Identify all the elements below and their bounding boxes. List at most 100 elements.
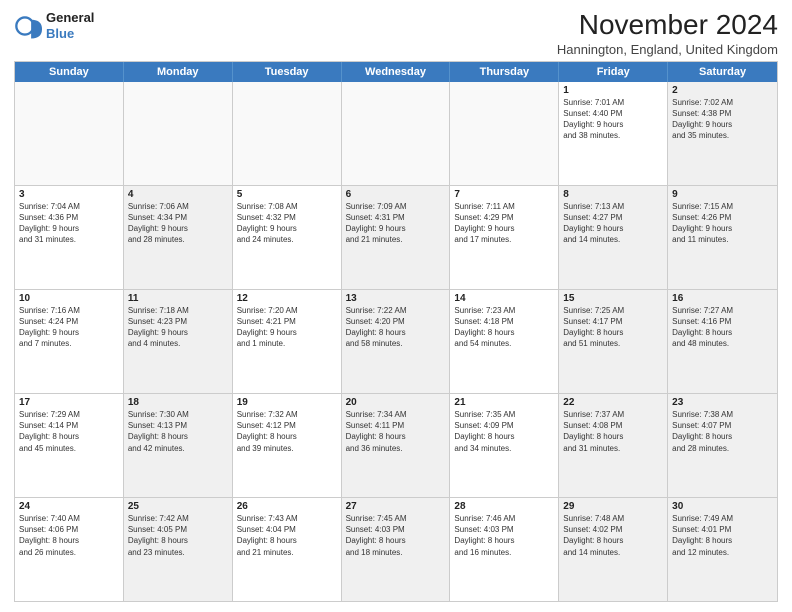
logo-text: General Blue	[46, 10, 94, 41]
calendar-header: SundayMondayTuesdayWednesdayThursdayFrid…	[15, 62, 777, 82]
calendar-row-4: 17Sunrise: 7:29 AM Sunset: 4:14 PM Dayli…	[15, 393, 777, 497]
day-number-6: 6	[346, 189, 446, 200]
day-cell-1: 1Sunrise: 7:01 AM Sunset: 4:40 PM Daylig…	[559, 82, 668, 185]
day-info-13: Sunrise: 7:22 AM Sunset: 4:20 PM Dayligh…	[346, 305, 446, 350]
day-cell-29: 29Sunrise: 7:48 AM Sunset: 4:02 PM Dayli…	[559, 498, 668, 601]
day-info-10: Sunrise: 7:16 AM Sunset: 4:24 PM Dayligh…	[19, 305, 119, 350]
day-number-25: 25	[128, 501, 228, 512]
header-day-tuesday: Tuesday	[233, 62, 342, 82]
day-number-5: 5	[237, 189, 337, 200]
calendar-row-1: 1Sunrise: 7:01 AM Sunset: 4:40 PM Daylig…	[15, 82, 777, 185]
day-info-2: Sunrise: 7:02 AM Sunset: 4:38 PM Dayligh…	[672, 97, 773, 142]
logo: General Blue	[14, 10, 94, 41]
day-cell-14: 14Sunrise: 7:23 AM Sunset: 4:18 PM Dayli…	[450, 290, 559, 393]
day-number-19: 19	[237, 397, 337, 408]
day-number-21: 21	[454, 397, 554, 408]
day-info-20: Sunrise: 7:34 AM Sunset: 4:11 PM Dayligh…	[346, 409, 446, 454]
calendar: SundayMondayTuesdayWednesdayThursdayFrid…	[14, 61, 778, 602]
day-cell-28: 28Sunrise: 7:46 AM Sunset: 4:03 PM Dayli…	[450, 498, 559, 601]
header-day-sunday: Sunday	[15, 62, 124, 82]
location: Hannington, England, United Kingdom	[557, 42, 778, 57]
day-number-24: 24	[19, 501, 119, 512]
day-cell-11: 11Sunrise: 7:18 AM Sunset: 4:23 PM Dayli…	[124, 290, 233, 393]
empty-cell-0-0	[15, 82, 124, 185]
day-number-4: 4	[128, 189, 228, 200]
day-number-9: 9	[672, 189, 773, 200]
month-title: November 2024	[557, 10, 778, 41]
calendar-row-3: 10Sunrise: 7:16 AM Sunset: 4:24 PM Dayli…	[15, 289, 777, 393]
day-number-27: 27	[346, 501, 446, 512]
day-cell-15: 15Sunrise: 7:25 AM Sunset: 4:17 PM Dayli…	[559, 290, 668, 393]
day-number-18: 18	[128, 397, 228, 408]
day-cell-17: 17Sunrise: 7:29 AM Sunset: 4:14 PM Dayli…	[15, 394, 124, 497]
day-info-16: Sunrise: 7:27 AM Sunset: 4:16 PM Dayligh…	[672, 305, 773, 350]
day-info-24: Sunrise: 7:40 AM Sunset: 4:06 PM Dayligh…	[19, 513, 119, 558]
day-info-17: Sunrise: 7:29 AM Sunset: 4:14 PM Dayligh…	[19, 409, 119, 454]
day-info-19: Sunrise: 7:32 AM Sunset: 4:12 PM Dayligh…	[237, 409, 337, 454]
day-cell-10: 10Sunrise: 7:16 AM Sunset: 4:24 PM Dayli…	[15, 290, 124, 393]
day-cell-5: 5Sunrise: 7:08 AM Sunset: 4:32 PM Daylig…	[233, 186, 342, 289]
day-number-17: 17	[19, 397, 119, 408]
day-number-14: 14	[454, 293, 554, 304]
day-number-2: 2	[672, 85, 773, 96]
day-info-26: Sunrise: 7:43 AM Sunset: 4:04 PM Dayligh…	[237, 513, 337, 558]
day-cell-20: 20Sunrise: 7:34 AM Sunset: 4:11 PM Dayli…	[342, 394, 451, 497]
day-number-22: 22	[563, 397, 663, 408]
day-cell-22: 22Sunrise: 7:37 AM Sunset: 4:08 PM Dayli…	[559, 394, 668, 497]
header: General Blue November 2024 Hannington, E…	[14, 10, 778, 57]
day-info-7: Sunrise: 7:11 AM Sunset: 4:29 PM Dayligh…	[454, 201, 554, 246]
logo-icon	[14, 12, 42, 40]
day-cell-12: 12Sunrise: 7:20 AM Sunset: 4:21 PM Dayli…	[233, 290, 342, 393]
day-cell-3: 3Sunrise: 7:04 AM Sunset: 4:36 PM Daylig…	[15, 186, 124, 289]
day-info-9: Sunrise: 7:15 AM Sunset: 4:26 PM Dayligh…	[672, 201, 773, 246]
day-info-21: Sunrise: 7:35 AM Sunset: 4:09 PM Dayligh…	[454, 409, 554, 454]
day-info-28: Sunrise: 7:46 AM Sunset: 4:03 PM Dayligh…	[454, 513, 554, 558]
day-info-15: Sunrise: 7:25 AM Sunset: 4:17 PM Dayligh…	[563, 305, 663, 350]
header-day-wednesday: Wednesday	[342, 62, 451, 82]
day-cell-27: 27Sunrise: 7:45 AM Sunset: 4:03 PM Dayli…	[342, 498, 451, 601]
day-cell-26: 26Sunrise: 7:43 AM Sunset: 4:04 PM Dayli…	[233, 498, 342, 601]
day-info-29: Sunrise: 7:48 AM Sunset: 4:02 PM Dayligh…	[563, 513, 663, 558]
day-number-28: 28	[454, 501, 554, 512]
day-number-16: 16	[672, 293, 773, 304]
day-info-27: Sunrise: 7:45 AM Sunset: 4:03 PM Dayligh…	[346, 513, 446, 558]
header-day-saturday: Saturday	[668, 62, 777, 82]
empty-cell-0-1	[124, 82, 233, 185]
day-number-8: 8	[563, 189, 663, 200]
day-cell-23: 23Sunrise: 7:38 AM Sunset: 4:07 PM Dayli…	[668, 394, 777, 497]
empty-cell-0-3	[342, 82, 451, 185]
day-cell-30: 30Sunrise: 7:49 AM Sunset: 4:01 PM Dayli…	[668, 498, 777, 601]
day-number-3: 3	[19, 189, 119, 200]
calendar-body: 1Sunrise: 7:01 AM Sunset: 4:40 PM Daylig…	[15, 82, 777, 601]
logo-general: General	[46, 10, 94, 25]
day-cell-9: 9Sunrise: 7:15 AM Sunset: 4:26 PM Daylig…	[668, 186, 777, 289]
day-cell-16: 16Sunrise: 7:27 AM Sunset: 4:16 PM Dayli…	[668, 290, 777, 393]
day-number-10: 10	[19, 293, 119, 304]
empty-cell-0-4	[450, 82, 559, 185]
day-cell-24: 24Sunrise: 7:40 AM Sunset: 4:06 PM Dayli…	[15, 498, 124, 601]
day-info-30: Sunrise: 7:49 AM Sunset: 4:01 PM Dayligh…	[672, 513, 773, 558]
day-number-12: 12	[237, 293, 337, 304]
day-info-5: Sunrise: 7:08 AM Sunset: 4:32 PM Dayligh…	[237, 201, 337, 246]
header-day-thursday: Thursday	[450, 62, 559, 82]
day-cell-4: 4Sunrise: 7:06 AM Sunset: 4:34 PM Daylig…	[124, 186, 233, 289]
day-cell-6: 6Sunrise: 7:09 AM Sunset: 4:31 PM Daylig…	[342, 186, 451, 289]
day-cell-19: 19Sunrise: 7:32 AM Sunset: 4:12 PM Dayli…	[233, 394, 342, 497]
day-cell-8: 8Sunrise: 7:13 AM Sunset: 4:27 PM Daylig…	[559, 186, 668, 289]
day-number-30: 30	[672, 501, 773, 512]
day-number-20: 20	[346, 397, 446, 408]
day-info-6: Sunrise: 7:09 AM Sunset: 4:31 PM Dayligh…	[346, 201, 446, 246]
day-cell-2: 2Sunrise: 7:02 AM Sunset: 4:38 PM Daylig…	[668, 82, 777, 185]
day-info-8: Sunrise: 7:13 AM Sunset: 4:27 PM Dayligh…	[563, 201, 663, 246]
day-number-13: 13	[346, 293, 446, 304]
day-cell-25: 25Sunrise: 7:42 AM Sunset: 4:05 PM Dayli…	[124, 498, 233, 601]
day-number-29: 29	[563, 501, 663, 512]
title-area: November 2024 Hannington, England, Unite…	[557, 10, 778, 57]
day-cell-21: 21Sunrise: 7:35 AM Sunset: 4:09 PM Dayli…	[450, 394, 559, 497]
day-info-23: Sunrise: 7:38 AM Sunset: 4:07 PM Dayligh…	[672, 409, 773, 454]
header-day-monday: Monday	[124, 62, 233, 82]
day-number-7: 7	[454, 189, 554, 200]
day-number-26: 26	[237, 501, 337, 512]
day-info-3: Sunrise: 7:04 AM Sunset: 4:36 PM Dayligh…	[19, 201, 119, 246]
day-cell-13: 13Sunrise: 7:22 AM Sunset: 4:20 PM Dayli…	[342, 290, 451, 393]
